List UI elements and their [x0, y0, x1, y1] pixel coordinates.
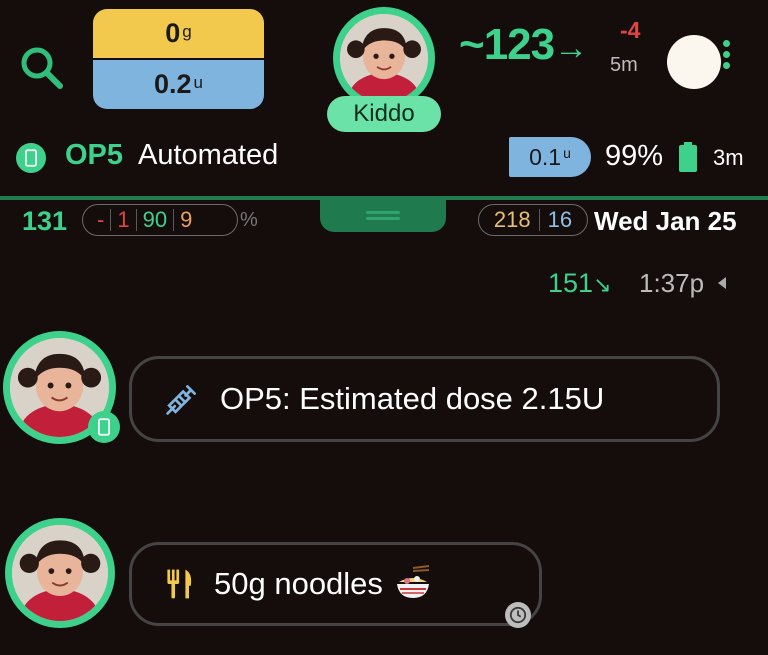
drawer-handle[interactable] — [320, 196, 446, 232]
clock-icon — [505, 602, 531, 628]
tir-high: 9 — [180, 207, 193, 232]
tir-unit: % — [240, 209, 258, 231]
battery-age: 3m — [713, 145, 744, 170]
daily-totals[interactable]: 218 16 — [478, 204, 588, 236]
child-photo-icon — [12, 525, 108, 621]
bg-age: 5m — [610, 54, 638, 76]
bg-value: ~123 — [459, 20, 555, 69]
pump-name[interactable]: OP5 — [65, 139, 123, 172]
caret-left-icon — [718, 277, 726, 289]
phone-icon — [16, 143, 46, 173]
feed-item-dose[interactable]: OP5: Estimated dose 2.15U — [129, 356, 720, 442]
current-bg-reading[interactable]: ~123→ — [459, 20, 588, 70]
tir-in-range: 90 — [142, 207, 168, 232]
tir-very-low: 1 — [117, 207, 130, 232]
profile-name[interactable]: Kiddo — [327, 96, 441, 132]
total-carbs: 218 — [493, 207, 531, 232]
pump-mode[interactable]: Automated — [138, 139, 278, 172]
carbs-on-board[interactable]: 0g — [93, 9, 264, 58]
carbs-unit: g — [182, 21, 192, 41]
profile-avatar[interactable] — [333, 7, 435, 109]
insulin-unit: u — [193, 72, 203, 92]
insulin-on-board[interactable]: 0.2 u — [93, 60, 264, 109]
tir-low: - — [97, 207, 105, 232]
noodle-bowl-icon — [393, 564, 433, 604]
search-icon[interactable] — [18, 44, 64, 90]
fork-knife-icon — [160, 564, 200, 604]
total-insulin: 16 — [547, 207, 573, 232]
basal-rate[interactable]: 0.1 u — [509, 137, 591, 177]
loop-status-indicator[interactable] — [667, 35, 721, 89]
basal-unit: u — [563, 145, 571, 161]
carbs-value: 0 — [165, 18, 181, 48]
bg-trend-arrow: → — [554, 29, 588, 67]
feed-item-text: OP5: Estimated dose 2.15U — [220, 381, 605, 416]
time-in-range[interactable]: - 1 90 9 — [82, 204, 238, 236]
more-vertical-icon[interactable] — [723, 40, 731, 74]
entry-avatar — [5, 518, 115, 628]
battery-icon — [679, 142, 697, 172]
current-date: Wed Jan 25 — [594, 206, 737, 236]
feed-item-meal[interactable]: 50g noodles — [129, 542, 542, 626]
entry-time: 1:37p — [639, 268, 705, 298]
bg-delta: -4 — [620, 17, 641, 43]
insulin-value: 0.2 — [153, 69, 192, 99]
feed-item-text: 50g noodles — [214, 566, 383, 601]
average-bg: 131 — [22, 206, 68, 236]
child-photo-icon — [340, 14, 428, 102]
entry-bg: 151↘ — [548, 268, 612, 298]
syringe-icon — [162, 379, 202, 419]
basal-value: 0.1 — [529, 143, 562, 170]
battery-percent: 99% — [605, 140, 664, 172]
phone-icon — [88, 411, 120, 443]
